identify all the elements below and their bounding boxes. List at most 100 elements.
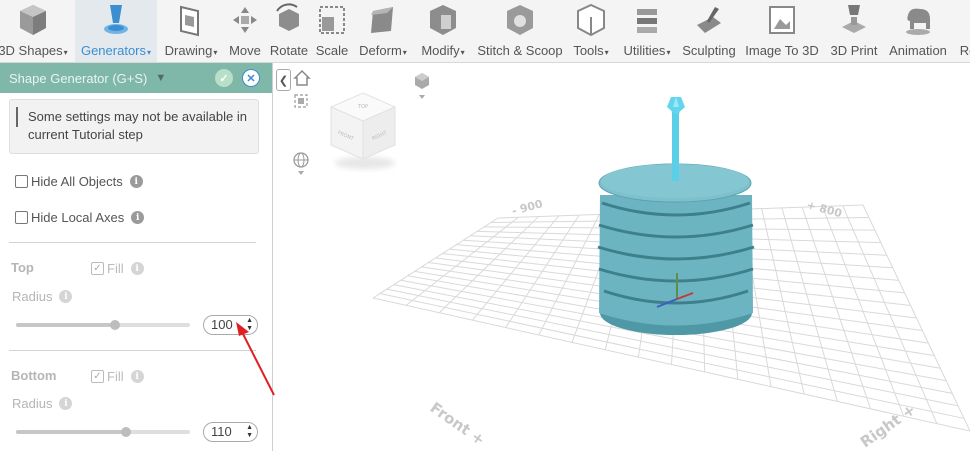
- toolbar-modify[interactable]: Modify▾: [415, 0, 471, 62]
- bottom-fill-label: Fill: [107, 369, 124, 384]
- spinner-arrows-icon[interactable]: ▲ ▼: [246, 424, 253, 440]
- top-radius-input[interactable]: 100 ▲ ▼: [203, 315, 258, 335]
- toolbar-label: Rotate: [269, 43, 309, 58]
- close-button[interactable]: ✕: [242, 69, 260, 87]
- axis-label-back-left: - 900: [510, 197, 544, 218]
- move-icon: [228, 2, 262, 38]
- bottom-fill-row: ✓ Fill i: [91, 369, 144, 384]
- dropdown-caret-icon: ▾: [604, 48, 609, 57]
- toolbar-sculpting[interactable]: Sculpting: [678, 0, 740, 62]
- modify-icon: [426, 2, 460, 38]
- dropdown-caret-icon: ▾: [460, 48, 465, 57]
- bottom-radius-value: 110: [211, 424, 232, 439]
- app-window: 3D Shapes▾ Generators▾ Drawing▾ Move Rot…: [0, 0, 970, 451]
- toolbar-scale[interactable]: Scale: [313, 0, 351, 62]
- deform-icon: [366, 2, 400, 38]
- scale-icon: [315, 2, 349, 38]
- toolbar-rotate[interactable]: Rotate: [266, 0, 312, 62]
- slider-handle[interactable]: [120, 427, 131, 437]
- toolbar-label: Modify: [421, 43, 460, 58]
- divider: [9, 242, 256, 243]
- toolbar-label: Scale: [315, 43, 349, 58]
- dropdown-caret-icon: ▾: [666, 48, 671, 57]
- toolbar-image-to-3d[interactable]: Image To 3D: [742, 0, 822, 62]
- animation-icon: [901, 2, 935, 38]
- top-radius-row: Radius i: [12, 289, 73, 304]
- info-icon[interactable]: i: [59, 397, 73, 410]
- grid-line: [801, 207, 871, 409]
- toolbar-label: Utilities: [623, 43, 666, 58]
- toolbar-label: Generators: [80, 43, 147, 58]
- bottom-section-title: Bottom: [11, 368, 57, 383]
- scene-canvas[interactable]: - 900 + 800 Front + Right +: [273, 63, 970, 451]
- tutorial-notice: Some settings may not be available in cu…: [9, 99, 259, 154]
- hide-local-axes-label: Hide Local Axes: [31, 210, 125, 225]
- toolbar-label: Image To 3D: [745, 43, 819, 58]
- toolbar-animation[interactable]: Animation: [884, 0, 952, 62]
- toolbar-tools[interactable]: Tools▾: [568, 0, 614, 62]
- grid-line: [781, 207, 838, 402]
- toolbar-deform[interactable]: Deform▾: [353, 0, 413, 62]
- rotate-icon: [272, 2, 306, 38]
- toolbar-drawing[interactable]: Drawing▾: [160, 0, 222, 62]
- stitch-scoop-icon: [503, 2, 537, 38]
- toolbar-stitch-scoop[interactable]: Stitch & Scoop: [473, 0, 567, 62]
- slider-fill: [16, 430, 126, 434]
- tools-icon: [574, 2, 608, 38]
- hide-all-objects-label: Hide All Objects: [31, 174, 123, 189]
- utilities-icon: [630, 2, 664, 38]
- bottom-radius-row: Radius i: [12, 396, 73, 411]
- accept-button[interactable]: ✓: [215, 69, 233, 87]
- top-section-title: Top: [11, 260, 34, 275]
- drawing-icon: [174, 2, 208, 38]
- toolbar-3d-shapes[interactable]: 3D Shapes▾: [0, 0, 74, 62]
- shape-generator-panel: Shape Generator (G+S) ▼ ✓ ✕ Some setting…: [0, 63, 273, 451]
- top-fill-checkbox[interactable]: ✓: [91, 262, 104, 275]
- dropdown-caret-icon: ▾: [147, 48, 152, 57]
- toolbar-label: Drawing: [164, 43, 213, 58]
- divider: [9, 350, 256, 351]
- bottom-radius-input[interactable]: 110 ▲ ▼: [203, 422, 258, 442]
- grid-line: [821, 206, 905, 417]
- toolbar-label: 3D Print: [830, 43, 878, 58]
- info-icon[interactable]: i: [59, 290, 73, 303]
- hide-all-objects-checkbox[interactable]: [15, 175, 28, 188]
- notice-text: Some settings may not be available in cu…: [28, 109, 247, 142]
- toolbar-label: 3D Shapes: [0, 43, 63, 58]
- top-fill-label: Fill: [107, 261, 124, 276]
- bottom-radius-slider[interactable]: [16, 427, 190, 437]
- grid-line: [842, 205, 938, 424]
- toolbar-3d-print[interactable]: 3D Print: [826, 0, 882, 62]
- 3d-viewport[interactable]: ❮ TOP FRONT RIGHT - 900 + 800 Front + Ri…: [273, 63, 970, 451]
- info-icon[interactable]: i: [130, 262, 144, 275]
- hide-local-axes-row: Hide Local Axes i: [15, 210, 145, 225]
- toolbar-render[interactable]: Re: [951, 0, 970, 62]
- top-fill-row: ✓ Fill i: [91, 261, 144, 276]
- axis-label-back-right: + 800: [805, 198, 843, 220]
- info-icon[interactable]: i: [129, 175, 143, 188]
- toolbar-utilities[interactable]: Utilities▾: [617, 0, 677, 62]
- dropdown-caret-icon: ▾: [63, 48, 68, 57]
- toolbar-move[interactable]: Move: [224, 0, 266, 62]
- dropdown-caret-icon: ▾: [402, 48, 407, 57]
- toolbar-generators[interactable]: Generators▾: [75, 0, 157, 62]
- cube-icon: [16, 2, 50, 38]
- render-icon: [951, 2, 970, 38]
- toolbar-label: Tools: [573, 43, 604, 58]
- notice-bar: [16, 107, 18, 127]
- hide-local-axes-checkbox[interactable]: [15, 211, 28, 224]
- panel-title: Shape Generator (G+S): [9, 70, 148, 86]
- top-radius-slider[interactable]: [16, 320, 190, 330]
- toolbar-label: Deform: [359, 43, 402, 58]
- bottom-fill-checkbox[interactable]: ✓: [91, 370, 104, 383]
- toolbar-label: Sculpting: [682, 43, 736, 58]
- panel-menu-dropdown-icon[interactable]: ▼: [155, 72, 166, 84]
- info-icon[interactable]: i: [131, 211, 145, 224]
- info-icon[interactable]: i: [130, 370, 144, 383]
- slider-handle[interactable]: [110, 320, 121, 330]
- hide-all-objects-row: Hide All Objects i: [15, 174, 143, 189]
- slider-fill: [16, 323, 116, 327]
- bottom-radius-label: Radius: [12, 396, 53, 411]
- spinner-arrows-icon[interactable]: ▲ ▼: [246, 317, 253, 333]
- image-to-3d-icon: [765, 2, 799, 38]
